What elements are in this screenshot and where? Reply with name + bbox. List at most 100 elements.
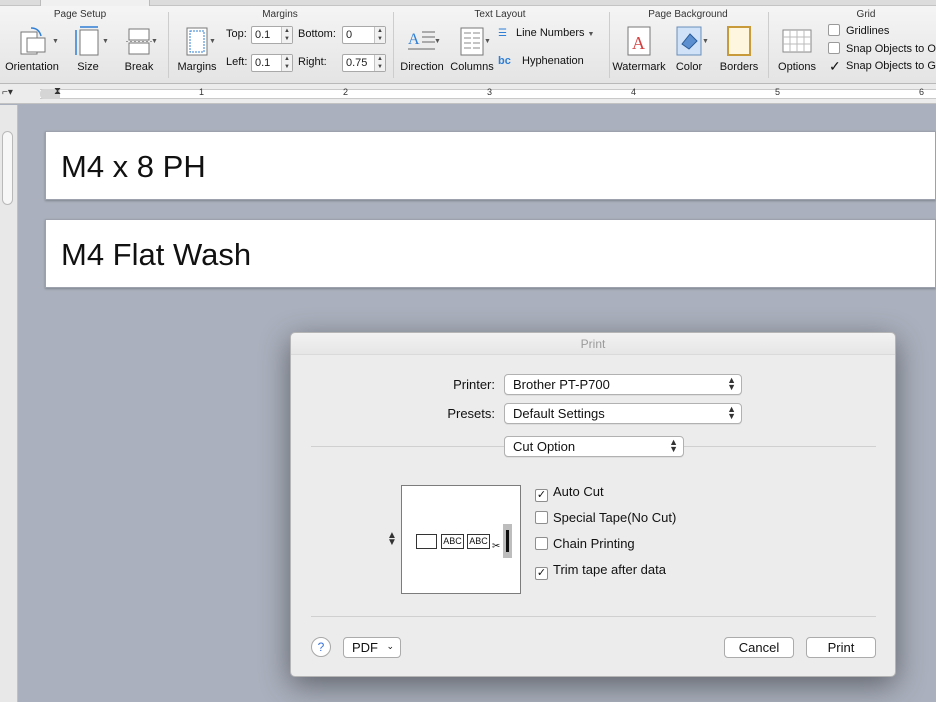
- margin-right-input[interactable]: 0.75 ▲ ▼: [342, 54, 386, 72]
- printer-select[interactable]: Brother PT-P700 ▲ ▼: [504, 374, 742, 395]
- grid-options-icon: [782, 29, 812, 53]
- page-color-label: Color: [675, 61, 703, 73]
- pdf-menu-button[interactable]: PDF ⌄: [343, 637, 401, 658]
- ruler-number: 3: [487, 87, 493, 97]
- watermark-button[interactable]: A Watermark: [612, 24, 666, 73]
- special-tape-checkbox[interactable]: Special Tape(No Cut): [535, 510, 676, 525]
- updown-chevron-icon: ▲ ▼: [727, 404, 736, 421]
- label-strip[interactable]: M4 Flat Wash: [45, 219, 936, 288]
- margin-top-input[interactable]: 0.1 ▲ ▼: [251, 26, 293, 44]
- columns-caret-icon[interactable]: ▼: [484, 38, 491, 45]
- direction-caret-icon[interactable]: ▼: [434, 38, 441, 45]
- ribbon-separator: [768, 12, 769, 78]
- cut-marker: [503, 524, 512, 558]
- margin-bottom-input[interactable]: 0 ▲ ▼: [342, 26, 386, 44]
- label-text[interactable]: M4 x 8 PH: [61, 149, 206, 185]
- snap-objects-grid-checkbox[interactable]: ✓ Snap Objects to G: [828, 58, 936, 74]
- label-text[interactable]: M4 Flat Wash: [61, 237, 251, 273]
- snap-objects-other-checkbox[interactable]: Snap Objects to O: [828, 42, 936, 55]
- printer-label: Printer:: [453, 377, 495, 392]
- snap-objects-other-checkbox-box: [828, 42, 840, 54]
- watermark-label: Watermark: [612, 61, 666, 73]
- ribbon-separator: [393, 12, 394, 78]
- orientation-icon: [20, 27, 46, 55]
- size-caret-icon[interactable]: ▼: [102, 38, 109, 45]
- printer-value: Brother PT-P700: [513, 377, 610, 392]
- paint-bucket-icon: [676, 26, 702, 56]
- margin-left-value: 0.1: [255, 57, 271, 69]
- preview-cell: ABC: [441, 534, 464, 549]
- updown-chevron-icon: ▲ ▼: [669, 437, 678, 454]
- auto-cut-checkmark-icon: ✓: [535, 489, 548, 502]
- gridlines-checkbox-box: [828, 24, 840, 36]
- ruler-number: 6: [919, 87, 925, 97]
- divider: [311, 446, 505, 447]
- preview-stepper-icon[interactable]: ▲ ▼: [387, 531, 397, 548]
- trim-tape-checkmark-icon: ✓: [535, 567, 548, 580]
- page-borders-icon: [727, 26, 751, 56]
- active-tab[interactable]: [40, 0, 150, 6]
- print-button[interactable]: Print: [806, 637, 876, 658]
- preview-blank-cell: [416, 534, 437, 549]
- presets-label: Presets:: [447, 406, 495, 421]
- gridlines-label: Gridlines: [846, 25, 890, 37]
- special-tape-label: Special Tape(No Cut): [553, 510, 677, 525]
- auto-cut-checkbox[interactable]: ✓ Auto Cut: [535, 484, 604, 502]
- columns-label: Columns: [450, 61, 494, 73]
- margin-left-label: Left:: [226, 56, 248, 68]
- pdf-label: PDF: [352, 640, 378, 655]
- hyphenation-button[interactable]: bc Hyphenation: [498, 55, 584, 67]
- margin-top-stepper-icon[interactable]: ▲ ▼: [281, 27, 292, 43]
- auto-cut-label: Auto Cut: [553, 484, 604, 499]
- break-caret-icon[interactable]: ▼: [151, 38, 158, 45]
- chain-printing-checkbox[interactable]: Chain Printing: [535, 536, 635, 551]
- margin-right-value: 0.75: [346, 57, 368, 69]
- help-icon[interactable]: ?: [311, 637, 331, 657]
- margin-bottom-label: Bottom:: [298, 28, 336, 40]
- label-strip[interactable]: M4 x 8 PH: [45, 131, 936, 200]
- chain-printing-label: Chain Printing: [553, 536, 635, 551]
- margin-top-value: 0.1: [255, 29, 271, 41]
- ribbon-tab-strip: [0, 0, 936, 6]
- line-numbers-button[interactable]: ☰ Line Numbers ▼: [498, 27, 594, 39]
- group-title-page-setup: Page Setup: [53, 9, 107, 20]
- ruler-number: 5: [775, 87, 781, 97]
- line-numbers-caret-icon: ▼: [587, 31, 595, 38]
- group-title-text-layout: Text Layout: [474, 9, 526, 20]
- gridlines-checkbox[interactable]: Gridlines: [828, 24, 889, 37]
- presets-value: Default Settings: [513, 406, 605, 421]
- hyphenation-label: Hyphenation: [522, 55, 584, 67]
- horizontal-ruler[interactable]: ⌐▾ ⧗ 1 2 3 4 5 6: [0, 84, 936, 104]
- ribbon-separator: [609, 12, 610, 78]
- margin-left-stepper-icon[interactable]: ▲ ▼: [281, 55, 292, 71]
- grid-options-button[interactable]: Options: [776, 24, 818, 73]
- hyphenation-icon: bc: [498, 55, 511, 67]
- group-title-page-background: Page Background: [648, 9, 728, 20]
- page-color-caret-icon[interactable]: ▼: [702, 38, 709, 45]
- size-label: Size: [77, 61, 99, 73]
- margin-right-stepper-icon[interactable]: ▲ ▼: [374, 55, 385, 71]
- orientation-caret-icon[interactable]: ▼: [52, 38, 59, 45]
- margin-left-input[interactable]: 0.1 ▲ ▼: [251, 54, 293, 72]
- margin-bottom-stepper-icon[interactable]: ▲ ▼: [374, 27, 385, 43]
- cancel-button[interactable]: Cancel: [724, 637, 794, 658]
- ruler-number: 1: [199, 87, 205, 97]
- trim-tape-checkbox[interactable]: ✓ Trim tape after data: [535, 562, 666, 580]
- vertical-scroll-thumb[interactable]: [2, 131, 13, 205]
- group-title-margins: Margins: [262, 9, 298, 20]
- indent-marker-icon[interactable]: ⧗: [54, 86, 61, 97]
- direction-label: Direction: [400, 61, 444, 73]
- borders-label: Borders: [719, 61, 759, 73]
- section-select[interactable]: Cut Option ▲ ▼: [504, 436, 684, 457]
- presets-select[interactable]: Default Settings ▲ ▼: [504, 403, 742, 424]
- tab-selector-icon[interactable]: ⌐▾: [2, 87, 13, 98]
- ribbon: Page Setup Orientation ▼ Size ▼ Break ▼ …: [0, 0, 936, 84]
- margins-caret-icon[interactable]: ▼: [209, 38, 216, 45]
- watermark-icon: A: [627, 26, 651, 56]
- dialog-title: Print: [291, 333, 895, 355]
- preview-cell: ABC: [467, 534, 490, 549]
- print-dialog: Print Printer: Brother PT-P700 ▲ ▼ Preset…: [290, 332, 896, 677]
- checkmark-icon: ✓: [829, 58, 841, 74]
- cut-preview: ABC ABC ✂: [401, 485, 521, 594]
- borders-button[interactable]: Borders: [718, 24, 760, 73]
